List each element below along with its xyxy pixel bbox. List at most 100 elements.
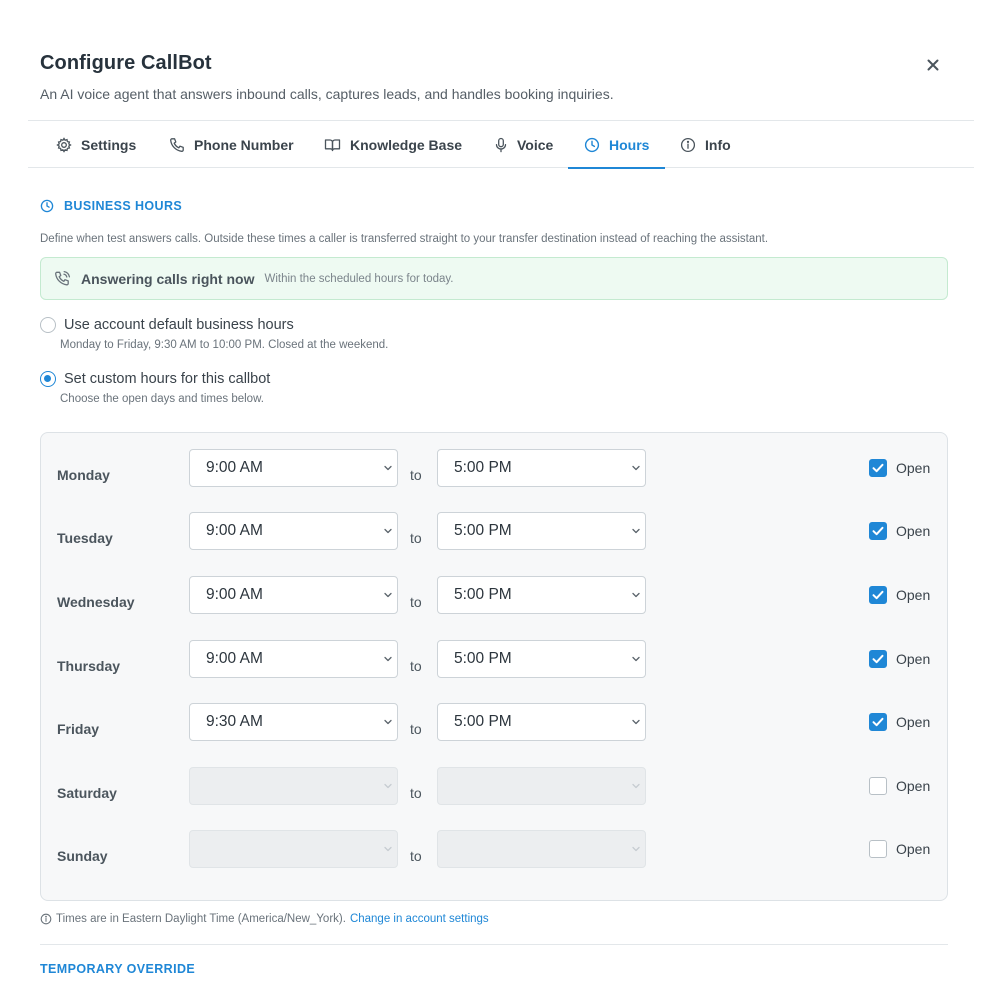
business-hours-header: BUSINESS HOURS	[40, 199, 182, 213]
chevron-down-icon	[384, 592, 392, 598]
default-hours-hint: Monday to Friday, 9:30 AM to 10:00 PM. C…	[60, 339, 389, 351]
dialog-title: Configure CallBot	[40, 52, 212, 74]
day-row-tuesday: Tuesday 9:00 AM to 5:00 PM Open	[41, 512, 947, 552]
chevron-down-icon	[632, 528, 640, 534]
default-hours-radio[interactable]	[40, 317, 56, 333]
monday-open-time-select[interactable]: 9:00 AM	[189, 449, 398, 487]
wednesday-open-checkbox[interactable]	[869, 586, 887, 604]
default-hours-option[interactable]: Use account default business hours	[40, 317, 294, 333]
friday-open-checkbox[interactable]	[869, 713, 887, 731]
book-icon	[324, 138, 341, 151]
info-icon	[40, 913, 52, 925]
to-label: to	[410, 594, 422, 610]
tab-settings-label: Settings	[81, 136, 137, 153]
custom-hours-label: Set custom hours for this callbot	[64, 371, 271, 387]
chevron-down-icon	[384, 846, 392, 852]
day-row-monday: Monday 9:00 AM to 5:00 PM Open	[41, 449, 947, 489]
status-title: Answering calls right now	[81, 270, 255, 287]
dialog-header: Configure CallBot An AI voice agent that…	[40, 52, 962, 102]
tuesday-open-checkbox[interactable]	[869, 522, 887, 540]
monday-close-time-select[interactable]: 5:00 PM	[437, 449, 646, 487]
close-button[interactable]	[924, 56, 944, 76]
tab-knowledge-base[interactable]: Knowledge Base	[324, 121, 474, 168]
day-name: Wednesday	[57, 594, 135, 610]
friday-open-time-select[interactable]: 9:30 AM	[189, 703, 398, 741]
open-time-value: 9:00 AM	[206, 522, 263, 539]
open-label: Open	[896, 587, 931, 603]
friday-close-time-select[interactable]: 5:00 PM	[437, 703, 646, 741]
open-time-value: 9:30 AM	[206, 713, 263, 730]
saturday-open-time-select	[189, 767, 398, 805]
custom-hours-radio[interactable]	[40, 371, 56, 387]
business-hours-title: BUSINESS HOURS	[64, 199, 183, 213]
wednesday-open-time-select[interactable]: 9:00 AM	[189, 576, 398, 614]
open-time-value: 9:00 AM	[206, 650, 263, 667]
temporary-override-title: TEMPORARY OVERRIDE	[40, 962, 196, 976]
section-divider	[40, 944, 948, 945]
saturday-close-time-select	[437, 767, 646, 805]
tab-settings[interactable]: Settings	[56, 121, 148, 168]
sunday-close-time-select	[437, 830, 646, 868]
tuesday-open-toggle[interactable]: Open	[869, 522, 930, 540]
chevron-down-icon	[632, 783, 640, 789]
change-account-settings-link[interactable]: Change in account settings	[350, 913, 489, 925]
tab-voice-label: Voice	[517, 136, 554, 153]
chevron-down-icon	[632, 656, 640, 662]
chevron-down-icon	[632, 465, 640, 471]
tab-info-label: Info	[705, 136, 731, 153]
day-row-friday: Friday 9:30 AM to 5:00 PM Open	[41, 703, 947, 743]
sunday-open-toggle[interactable]: Open	[869, 840, 930, 858]
tab-phone-number-label: Phone Number	[194, 136, 294, 153]
dialog-subtitle: An AI voice agent that answers inbound c…	[40, 86, 614, 102]
to-label: to	[410, 785, 422, 801]
open-label: Open	[896, 460, 931, 476]
close-time-value: 5:00 PM	[454, 522, 512, 539]
info-icon	[680, 137, 696, 152]
saturday-open-toggle[interactable]: Open	[869, 777, 930, 795]
monday-open-checkbox[interactable]	[869, 459, 887, 477]
custom-hours-option[interactable]: Set custom hours for this callbot	[40, 371, 270, 387]
wednesday-close-time-select[interactable]: 5:00 PM	[437, 576, 646, 614]
tab-hours[interactable]: Hours	[567, 121, 666, 169]
friday-open-toggle[interactable]: Open	[869, 713, 930, 731]
tuesday-open-time-select[interactable]: 9:00 AM	[189, 512, 398, 550]
thursday-open-time-select[interactable]: 9:00 AM	[189, 640, 398, 678]
monday-open-toggle[interactable]: Open	[869, 459, 930, 477]
tab-hours-label: Hours	[609, 136, 650, 153]
tab-knowledge-base-label: Knowledge Base	[350, 136, 463, 153]
checkmark-icon	[872, 717, 883, 726]
tab-voice[interactable]: Voice	[494, 121, 565, 168]
to-label: to	[410, 467, 422, 483]
chevron-down-icon	[632, 592, 640, 598]
close-icon	[927, 59, 939, 71]
chevron-down-icon	[632, 719, 640, 725]
open-label: Open	[896, 778, 931, 794]
tab-phone-number[interactable]: Phone Number	[169, 121, 306, 168]
wednesday-open-toggle[interactable]: Open	[869, 586, 930, 604]
sunday-open-checkbox[interactable]	[869, 840, 887, 858]
close-time-value: 5:00 PM	[454, 459, 512, 476]
thursday-open-checkbox[interactable]	[869, 650, 887, 668]
open-label: Open	[896, 651, 931, 667]
tuesday-close-time-select[interactable]: 5:00 PM	[437, 512, 646, 550]
phone-icon	[170, 137, 184, 152]
checkmark-icon	[872, 526, 883, 535]
day-name: Tuesday	[57, 530, 113, 546]
gear-icon	[56, 136, 72, 153]
tab-info[interactable]: Info	[680, 121, 743, 168]
default-hours-label: Use account default business hours	[64, 317, 294, 333]
day-name: Sunday	[57, 848, 108, 864]
close-time-value: 5:00 PM	[454, 650, 512, 667]
close-time-value: 5:00 PM	[454, 586, 512, 603]
day-name: Friday	[57, 721, 100, 737]
checkmark-icon	[872, 463, 883, 472]
saturday-open-checkbox[interactable]	[869, 777, 887, 795]
day-row-thursday: Thursday 9:00 AM to 5:00 PM Open	[41, 640, 947, 680]
thursday-open-toggle[interactable]: Open	[869, 650, 930, 668]
open-label: Open	[896, 714, 931, 730]
day-row-sunday: Sunday to Open	[41, 830, 947, 870]
thursday-close-time-select[interactable]: 5:00 PM	[437, 640, 646, 678]
timezone-text: Times are in Eastern Daylight Time (Amer…	[56, 913, 346, 925]
tab-bar: Settings Phone Number Knowledge Base Voi…	[28, 120, 974, 169]
hours-schedule: Monday 9:00 AM to 5:00 PM Open Tuesday 9:00 AM…	[40, 432, 948, 901]
